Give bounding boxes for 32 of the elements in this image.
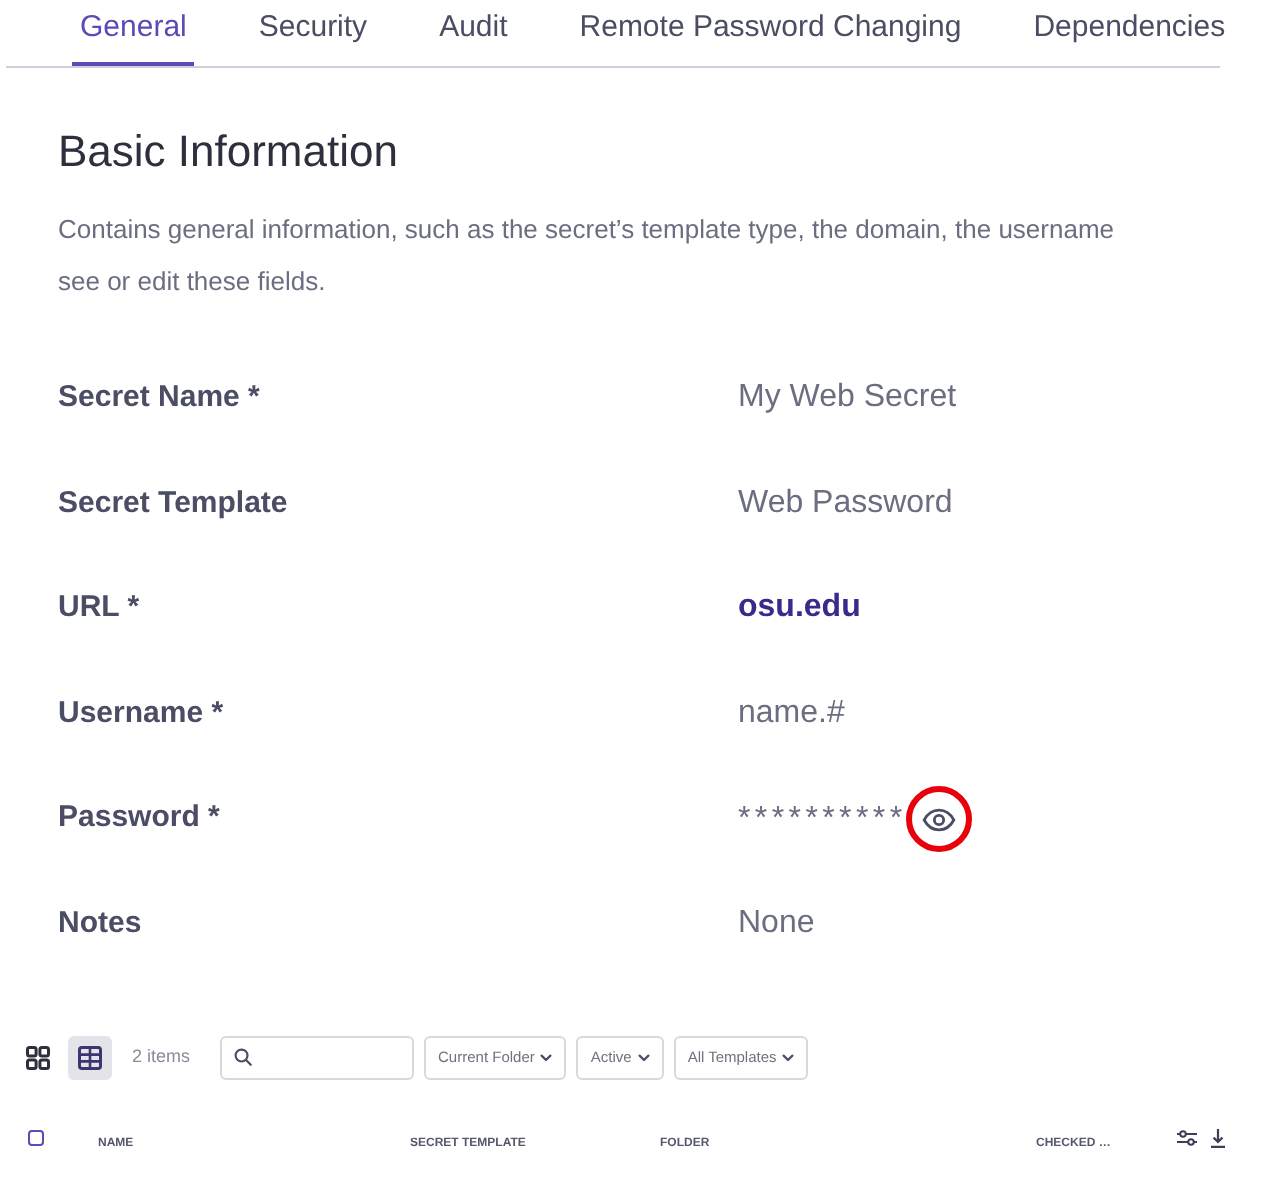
item-count: 2 items [132,1043,191,1070]
chevron-down-icon [540,1053,553,1062]
field-value: Web Password [738,483,953,524]
grid-icon [26,1045,50,1070]
field-value: name.# [738,694,845,735]
field-label: Secret Name * [58,378,260,419]
tab[interactable]: Security [250,0,376,66]
section-description: Contains general information, such as the secret’s template type, the domain, the username see or edit these fields. [58,212,1114,300]
tab[interactable]: Remote Password Changing [571,0,970,66]
tab[interactable]: General [72,0,195,66]
url-link[interactable]: osu.edu [738,584,861,633]
section-title: Basic Information [58,124,398,180]
field-label: Secret Template [58,483,288,524]
field-label: URL * [58,588,140,629]
field-value: My Web Secret [738,378,957,419]
password-value: ********** [738,799,907,840]
search-icon [234,1048,253,1067]
table-icon [78,1045,102,1070]
chevron-down-icon [782,1053,795,1062]
table-view-button[interactable] [68,1035,112,1080]
field-label: Notes [58,904,142,945]
field-label: Password * [58,798,220,839]
sliders-icon[interactable] [1176,1129,1198,1146]
tab[interactable]: Dependencies [1025,0,1234,66]
select-all-checkbox[interactable] [28,1129,44,1146]
download-icon[interactable] [1210,1127,1226,1148]
chevron-down-icon [637,1053,650,1062]
search-field[interactable] [220,1035,415,1080]
tab[interactable]: Audit [431,0,516,66]
field-label: Username * [58,693,224,734]
eye-icon[interactable] [922,807,957,832]
field-value: None [738,904,815,945]
